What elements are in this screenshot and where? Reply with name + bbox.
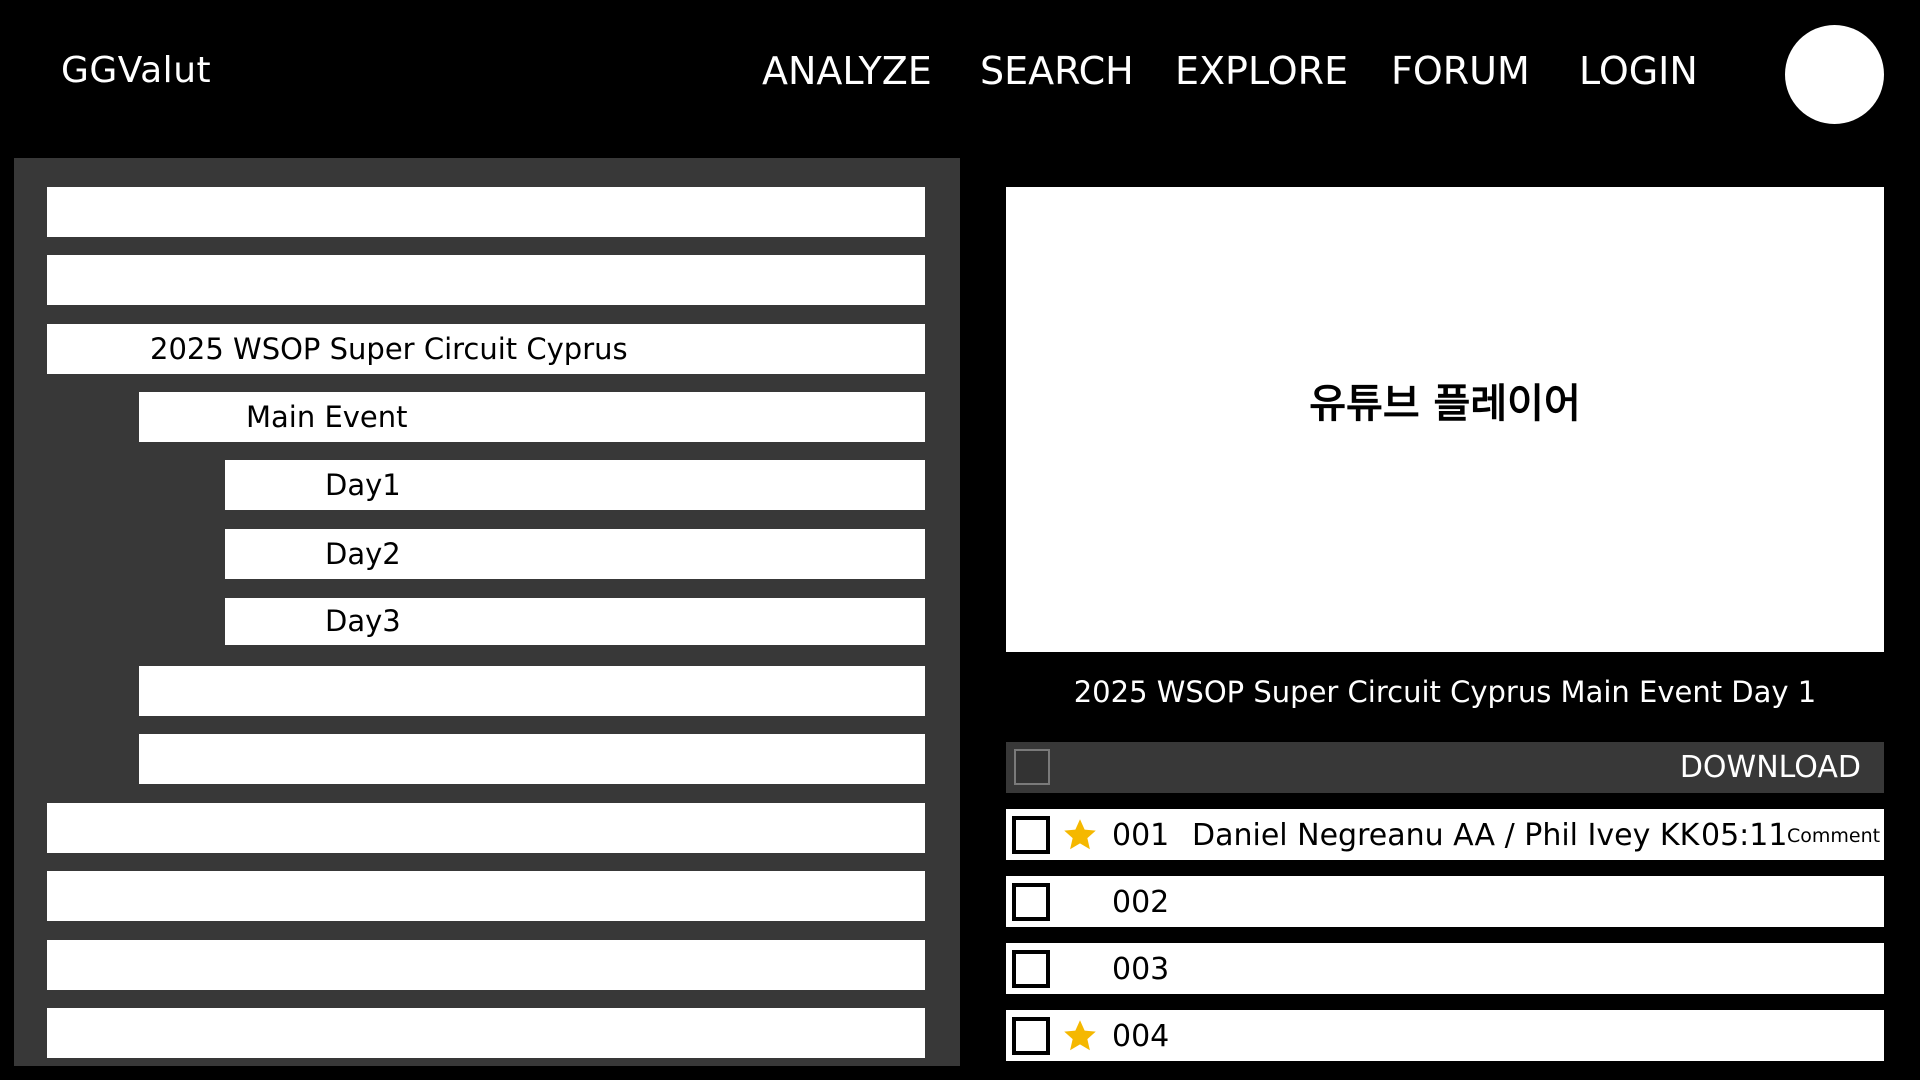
hand-row[interactable]: 003 bbox=[1006, 943, 1884, 994]
nav-explore[interactable]: EXPLORE bbox=[1175, 46, 1348, 96]
tree-item-event[interactable]: Main Event bbox=[139, 392, 925, 442]
hand-number: 003 bbox=[1112, 952, 1170, 987]
hand-number: 002 bbox=[1112, 885, 1170, 920]
hand-number: 001 bbox=[1112, 818, 1170, 853]
star-icon[interactable] bbox=[1062, 817, 1098, 853]
hand-number: 004 bbox=[1112, 1019, 1170, 1054]
video-title: 2025 WSOP Super Circuit Cyprus Main Even… bbox=[1073, 675, 1817, 709]
tree-item-label: Day2 bbox=[325, 537, 401, 571]
player-placeholder-label: 유튜브 플레이어 bbox=[1309, 381, 1581, 427]
brand-logo[interactable]: GGValut bbox=[61, 44, 211, 98]
hand-checkbox[interactable] bbox=[1012, 950, 1050, 988]
star-icon[interactable] bbox=[1062, 1018, 1098, 1054]
tree-item-10[interactable] bbox=[47, 803, 925, 853]
tree-item-label: Day1 bbox=[325, 468, 401, 502]
tree-item-11[interactable] bbox=[47, 871, 925, 921]
tree-item-label: Main Event bbox=[246, 400, 408, 434]
hand-players: Daniel Negreanu AA / Phil Ivey KK bbox=[1192, 818, 1700, 853]
hand-time: 05:11 bbox=[1701, 818, 1788, 853]
profile-avatar[interactable] bbox=[1785, 25, 1884, 124]
tree-item-event-3[interactable] bbox=[139, 734, 925, 784]
download-button[interactable]: DOWNLOAD bbox=[1680, 742, 1861, 793]
hand-checkbox[interactable] bbox=[1012, 816, 1050, 854]
tree-item-1[interactable] bbox=[47, 187, 925, 237]
hand-checkbox[interactable] bbox=[1012, 883, 1050, 921]
hand-row[interactable]: 004 bbox=[1006, 1010, 1884, 1061]
tree-item-event-2[interactable] bbox=[139, 666, 925, 716]
tree-item-label: 2025 WSOP Super Circuit Cyprus bbox=[150, 332, 628, 366]
tree-item-label: Day3 bbox=[325, 604, 401, 638]
tree-item-day3[interactable]: Day3 bbox=[225, 598, 925, 645]
comment-link[interactable]: Comment bbox=[1787, 809, 1880, 864]
nav-login[interactable]: LOGIN bbox=[1579, 46, 1698, 96]
nav-forum[interactable]: FORUM bbox=[1391, 46, 1530, 96]
tree-item-12[interactable] bbox=[47, 940, 925, 990]
youtube-player[interactable]: 유튜브 플레이어 bbox=[1006, 187, 1884, 652]
hand-row[interactable]: 002 bbox=[1006, 876, 1884, 927]
tree-item-day2[interactable]: Day2 bbox=[225, 529, 925, 579]
nav-analyze[interactable]: ANALYZE bbox=[762, 46, 932, 96]
tree-item-tournament[interactable]: 2025 WSOP Super Circuit Cyprus bbox=[47, 324, 925, 374]
tree-item-13[interactable] bbox=[47, 1008, 925, 1058]
nav-search[interactable]: SEARCH bbox=[980, 46, 1134, 96]
download-bar: DOWNLOAD bbox=[1006, 742, 1884, 793]
hand-checkbox[interactable] bbox=[1012, 1017, 1050, 1055]
tree-item-2[interactable] bbox=[47, 255, 925, 305]
page: GGValut ANALYZE SEARCH EXPLORE FORUM LOG… bbox=[0, 0, 1920, 1080]
tree-item-day1[interactable]: Day1 bbox=[225, 460, 925, 510]
select-all-checkbox[interactable] bbox=[1014, 749, 1050, 785]
hand-row[interactable]: 001 Daniel Negreanu AA / Phil Ivey KK 05… bbox=[1006, 809, 1884, 860]
